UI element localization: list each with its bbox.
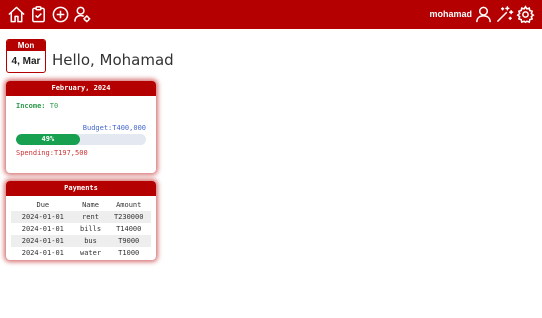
table-header-row: Due Name Amount	[11, 199, 151, 211]
cell-name: rent	[74, 211, 107, 223]
username-label[interactable]: mohamad	[429, 9, 472, 19]
table-row: 2024-01-01 rent T230000	[11, 211, 151, 223]
table-row: 2024-01-01 bus T9000	[11, 235, 151, 247]
budget-line: Budget:T400,000	[83, 124, 146, 132]
cell-due: 2024-01-01	[21, 249, 64, 257]
budget-card: February, 2024 Income: T0 Budget:T400,00…	[6, 81, 156, 173]
income-label: Income:	[16, 102, 46, 110]
user-settings-icon[interactable]	[73, 5, 92, 24]
spending-progress-bar: 49%	[16, 134, 146, 145]
spending-value: T197,500	[53, 149, 88, 157]
date-badge: Mon 4, Mar	[6, 39, 46, 73]
day-month: 4, Mar	[11, 56, 41, 67]
income-value: T0	[49, 102, 59, 110]
cell-amount: T1000	[118, 249, 140, 257]
top-navbar: mohamad	[0, 0, 542, 29]
home-icon[interactable]	[7, 5, 26, 24]
magic-wand-icon[interactable]	[495, 5, 514, 24]
spending-label: Spending:	[16, 149, 54, 157]
user-icon[interactable]	[474, 5, 493, 24]
cell-name: water	[79, 249, 102, 257]
cell-due: 2024-01-01	[11, 235, 75, 247]
cell-due: 2024-01-01	[11, 211, 75, 223]
cell-amount: T14000	[116, 225, 142, 233]
income-line: Income: T0	[16, 102, 58, 110]
cell-amount: T9000	[106, 235, 151, 247]
cell-name: bills	[79, 225, 102, 233]
column-header-name: Name	[82, 201, 99, 209]
spending-line: Spending:T197,500	[16, 149, 88, 157]
column-header-due: Due	[36, 201, 50, 209]
greeting-text: Hello, Mohamad	[52, 51, 174, 69]
payments-card-title: Payments	[6, 181, 156, 196]
table-row: 2024-01-01 water T1000	[11, 247, 151, 259]
day-of-week: Mon	[7, 40, 45, 51]
payments-table: Due Name Amount 2024-01-01 rent T230000 …	[11, 199, 151, 259]
clipboard-icon[interactable]	[29, 5, 48, 24]
progress-fill: 49%	[16, 134, 80, 145]
budget-card-title: February, 2024	[6, 81, 156, 96]
payments-card: Payments Due Name Amount 2024-01-01 rent…	[6, 181, 156, 260]
budget-label: Budget:	[82, 124, 113, 132]
budget-value: T400,000	[112, 124, 146, 132]
table-row: 2024-01-01 bills T14000	[11, 223, 151, 235]
column-header-amount: Amount	[116, 201, 142, 209]
settings-gear-icon[interactable]	[516, 5, 535, 24]
cell-name: bus	[74, 235, 107, 247]
cell-amount: T230000	[106, 211, 151, 223]
cell-due: 2024-01-01	[21, 225, 64, 233]
add-circle-icon[interactable]	[51, 5, 70, 24]
